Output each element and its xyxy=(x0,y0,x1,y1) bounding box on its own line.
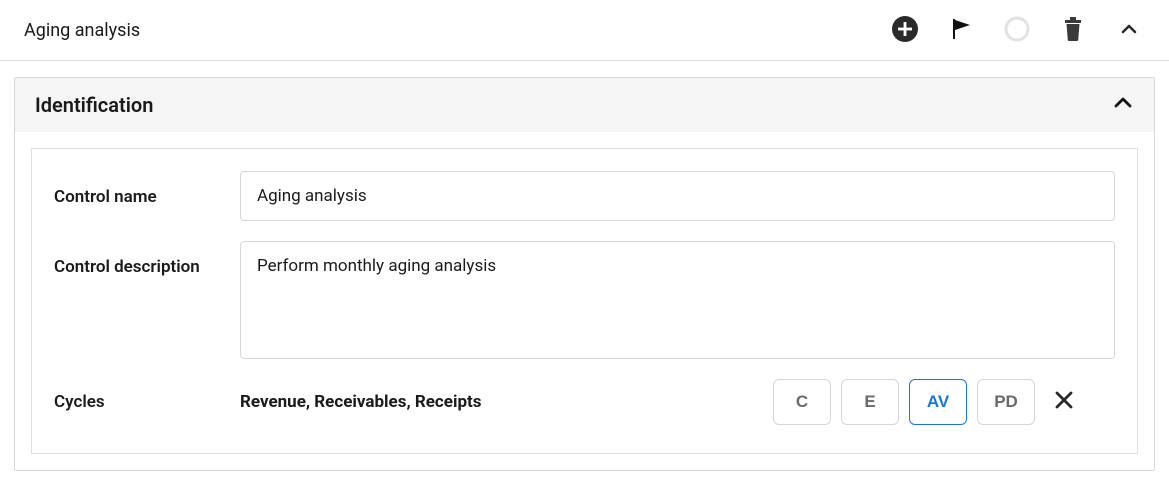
cycles-selected-value: Revenue, Receivables, Receipts xyxy=(240,392,773,412)
cycles-remove-button[interactable] xyxy=(1053,389,1075,415)
page-title: Aging analysis xyxy=(24,20,140,41)
cycles-row: Cycles Revenue, Receivables, Receipts C … xyxy=(54,379,1115,425)
page-header: Aging analysis xyxy=(0,0,1169,61)
section-body: Control name Control description Cycles … xyxy=(15,132,1154,470)
circle-outline-icon xyxy=(1003,15,1031,46)
trash-icon xyxy=(1061,16,1085,45)
chevron-up-icon xyxy=(1119,19,1139,42)
delete-button[interactable] xyxy=(1057,14,1089,46)
cycles-label: Cycles xyxy=(54,392,240,412)
control-description-input[interactable] xyxy=(240,241,1115,359)
section-header[interactable]: Identification xyxy=(15,78,1154,132)
identification-section: Identification Control name Control desc… xyxy=(14,77,1155,471)
header-actions xyxy=(889,14,1145,46)
collapse-header-button[interactable] xyxy=(1113,14,1145,46)
cycle-abbr-c[interactable]: C xyxy=(773,379,831,425)
control-name-label: Control name xyxy=(54,171,240,213)
close-icon xyxy=(1053,389,1075,415)
control-name-input[interactable] xyxy=(240,171,1115,221)
control-description-row: Control description xyxy=(54,241,1115,359)
flag-button[interactable] xyxy=(945,14,977,46)
status-button[interactable] xyxy=(1001,14,1033,46)
plus-circle-icon xyxy=(891,15,919,46)
cycle-abbr-e[interactable]: E xyxy=(841,379,899,425)
chevron-up-icon xyxy=(1112,92,1134,118)
section-title: Identification xyxy=(35,93,153,117)
identification-panel: Control name Control description Cycles … xyxy=(31,148,1138,454)
flag-icon xyxy=(948,16,974,45)
control-description-label: Control description xyxy=(54,241,240,283)
cycle-abbr-pd[interactable]: PD xyxy=(977,379,1035,425)
control-name-row: Control name xyxy=(54,171,1115,221)
cycle-abbr-group: C E AV PD xyxy=(773,379,1075,425)
add-button[interactable] xyxy=(889,14,921,46)
cycle-abbr-av[interactable]: AV xyxy=(909,379,967,425)
